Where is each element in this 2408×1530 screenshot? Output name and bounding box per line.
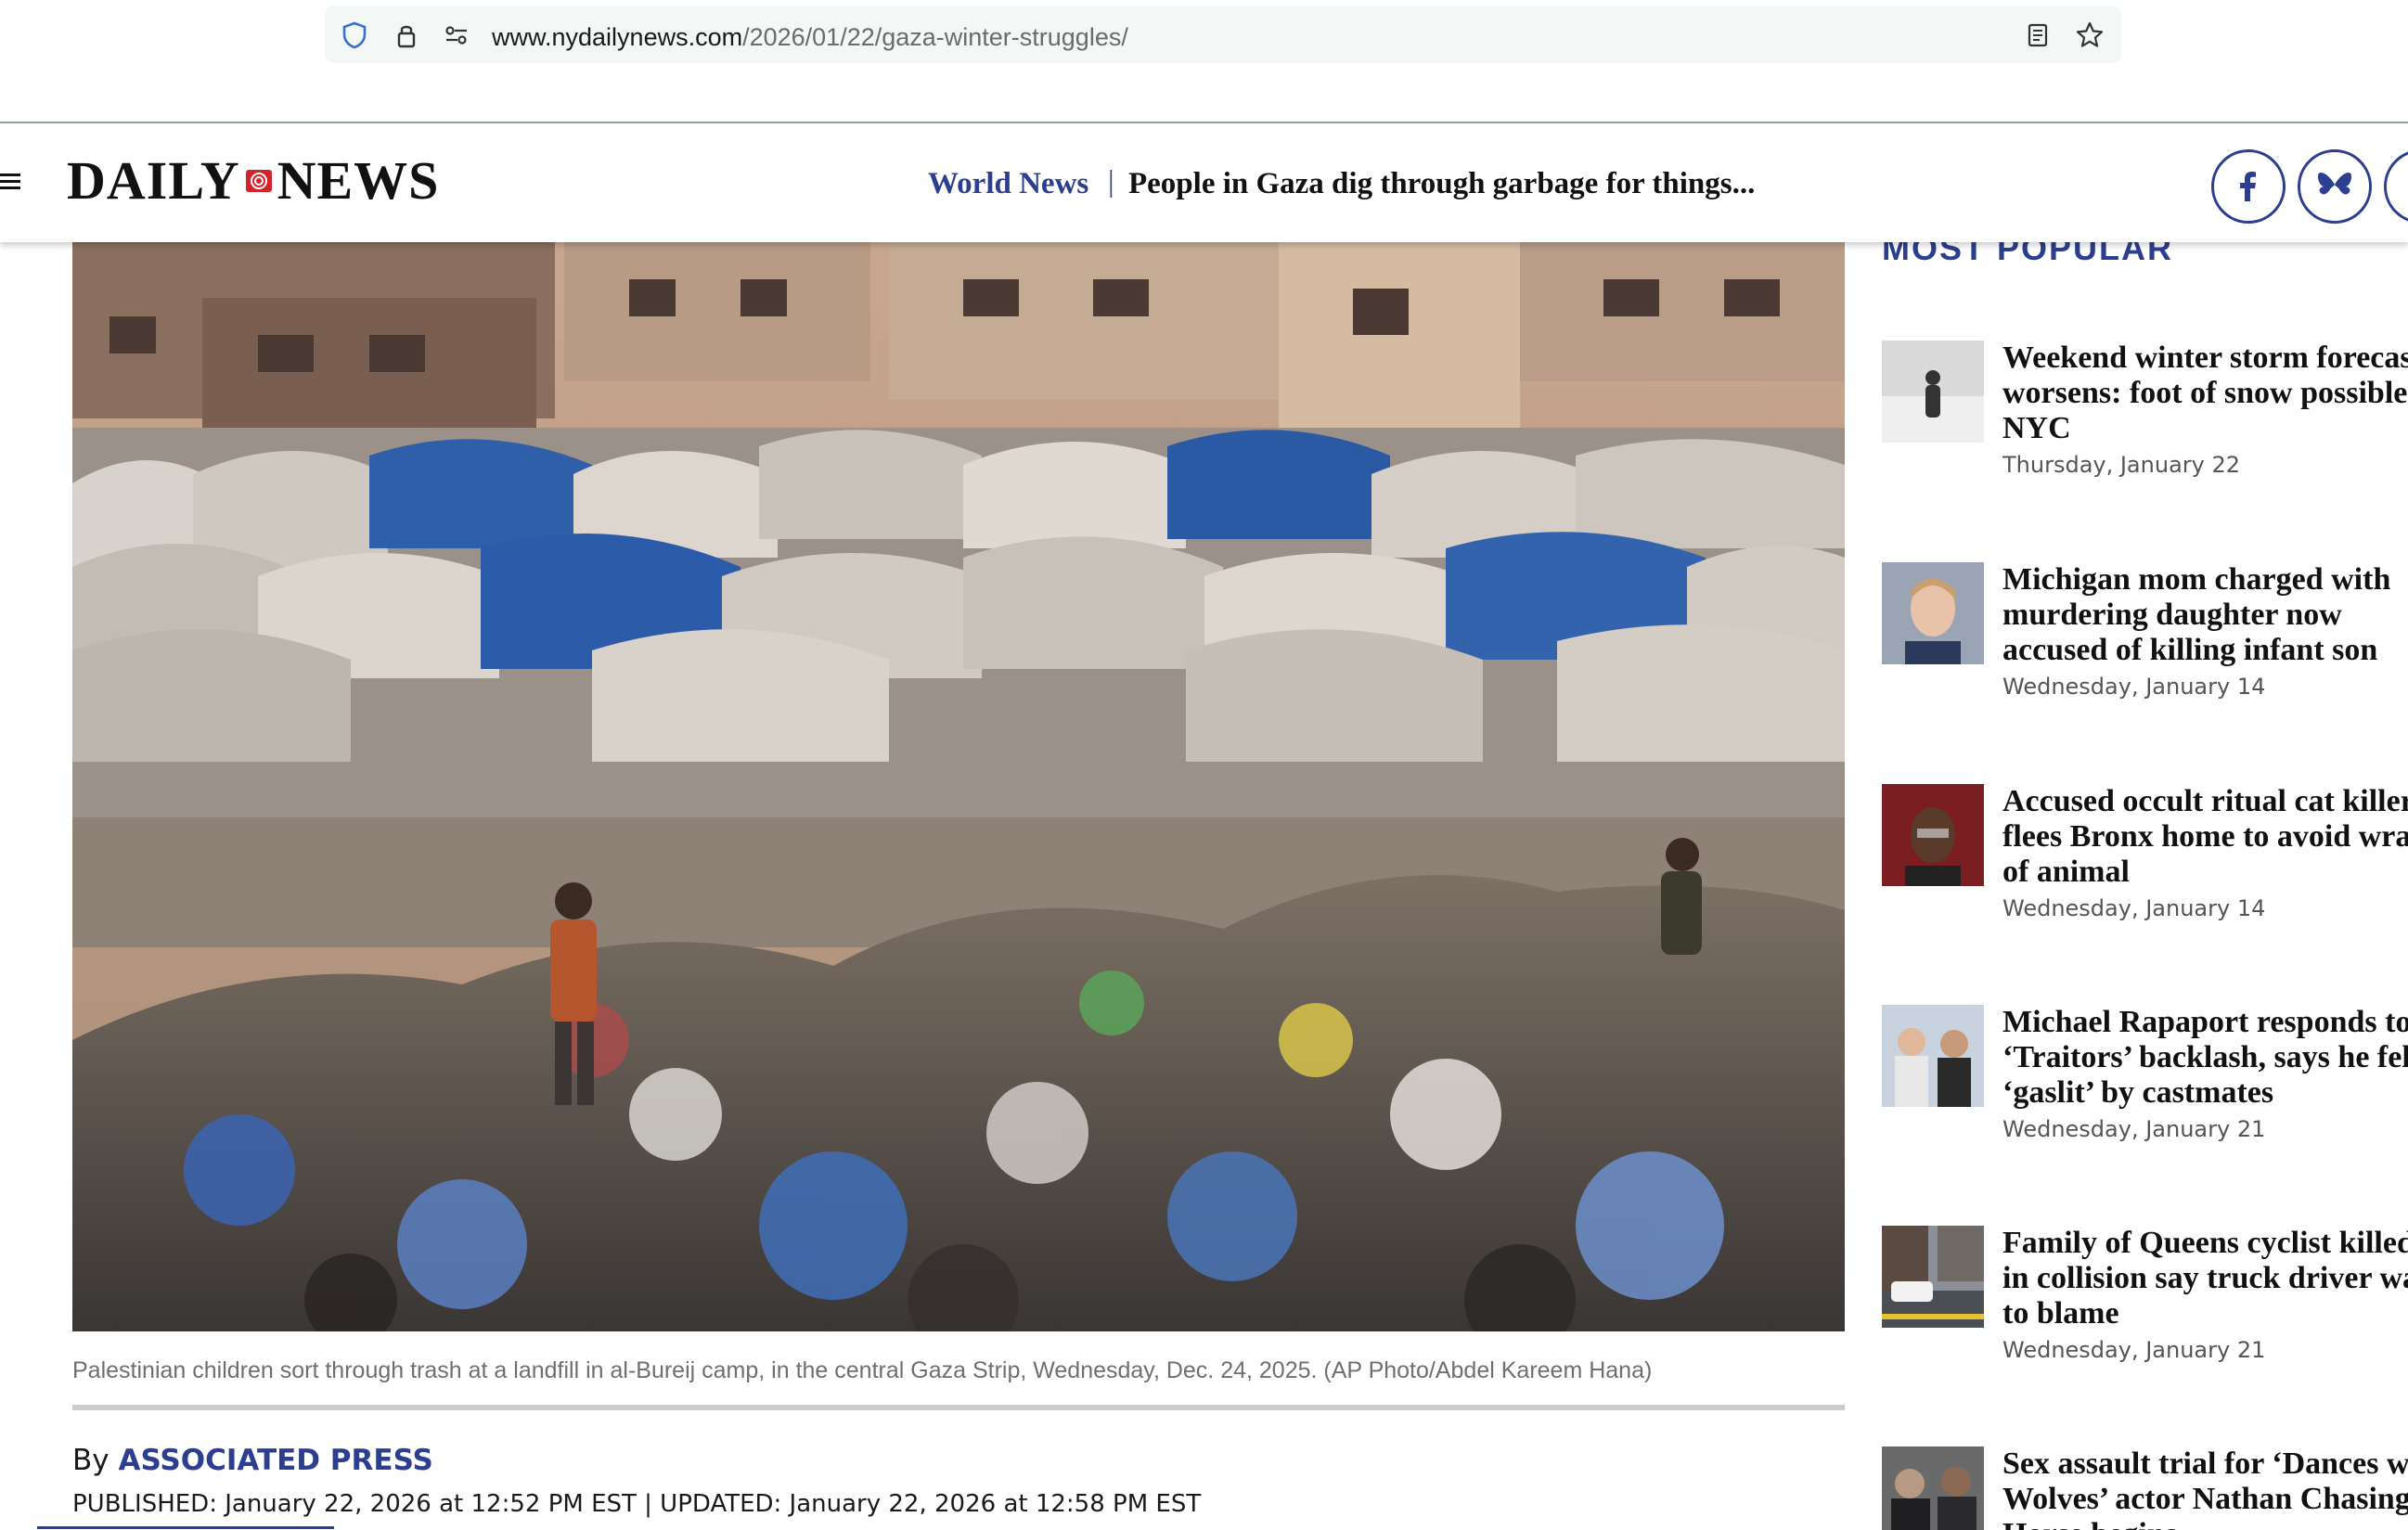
most-popular-sidebar: MOST POPULAR Weekend winter storm foreca… xyxy=(1882,242,2408,1530)
more-share-button[interactable] xyxy=(2384,149,2408,224)
hero-photo-illustration xyxy=(72,242,1845,1331)
most-popular-heading: MOST POPULAR xyxy=(1882,242,2174,267)
url-text[interactable]: www.nydailynews.com/2026/01/22/gaza-wint… xyxy=(492,23,1128,52)
story-thumbnail[interactable] xyxy=(1882,562,1984,664)
reader-view-icon[interactable] xyxy=(2023,20,2053,50)
url-path: /2026/01/22/gaza-winter-struggles/ xyxy=(742,23,1128,51)
two-men-thumbnail xyxy=(1882,1005,1984,1107)
logo-word-daily: DAILY xyxy=(67,150,240,211)
publish-dateline: PUBLISHED: January 22, 2026 at 12:52 PM … xyxy=(72,1490,1202,1518)
story-date: Wednesday, January 14 xyxy=(2002,674,2266,700)
story-title[interactable]: Accused occult ritual cat killer flees B… xyxy=(2002,784,2408,890)
story-date: Wednesday, January 14 xyxy=(2002,895,2266,921)
lock-icon[interactable] xyxy=(392,20,421,50)
story-thumbnail[interactable] xyxy=(1882,1446,1984,1530)
caption-divider xyxy=(72,1405,1845,1410)
story-date: Wednesday, January 21 xyxy=(2002,1337,2266,1363)
story-date: Wednesday, January 21 xyxy=(2002,1116,2266,1142)
street-scene-thumbnail xyxy=(1882,1226,1984,1328)
url-host: www.nydailynews.com xyxy=(492,23,743,51)
logo-word-news: NEWS xyxy=(277,150,440,211)
bluesky-icon xyxy=(2318,173,2351,195)
story-thumbnail[interactable] xyxy=(1882,1226,1984,1328)
story-date: Thursday, January 22 xyxy=(2002,452,2241,478)
section-underline xyxy=(37,1526,334,1529)
portrait-thumbnail xyxy=(1882,784,1984,886)
story-title[interactable]: Michael Rapaport responds to ‘Traitors’ … xyxy=(2002,1005,2408,1111)
story-title[interactable]: Sex assault trial for ‘Dances with Wolve… xyxy=(2002,1446,2408,1530)
hamburger-menu-icon[interactable] xyxy=(0,172,20,192)
address-bar[interactable]: www.nydailynews.com/2026/01/22/gaza-wint… xyxy=(325,6,2121,63)
permissions-icon[interactable] xyxy=(442,20,471,50)
mugshot-thumbnail xyxy=(1882,562,1984,664)
daily-news-logo[interactable]: DAILY NEWS xyxy=(67,149,439,212)
page-content: Palestinian children sort through trash … xyxy=(0,242,2408,1530)
bluesky-share-button[interactable] xyxy=(2298,149,2372,224)
browser-toolbar: www.nydailynews.com/2026/01/22/gaza-wint… xyxy=(0,0,2408,121)
photo-caption: Palestinian children sort through trash … xyxy=(72,1357,1653,1383)
snow-storm-thumbnail xyxy=(1882,341,1984,443)
byline-prefix: By xyxy=(72,1444,109,1477)
author-link[interactable]: ASSOCIATED PRESS xyxy=(118,1444,432,1477)
story-title[interactable]: Family of Queens cyclist killed in colli… xyxy=(2002,1226,2408,1331)
story-thumbnail[interactable] xyxy=(1882,341,1984,443)
courtroom-thumbnail xyxy=(1882,1446,1984,1530)
story-thumbnail[interactable] xyxy=(1882,1005,1984,1107)
story-thumbnail[interactable] xyxy=(1882,784,1984,886)
story-title[interactable]: Michigan mom charged with murdering daug… xyxy=(2002,562,2408,668)
byline: By ASSOCIATED PRESS xyxy=(72,1444,433,1477)
section-link-world-news[interactable]: World News xyxy=(928,167,1088,201)
header-separator: | xyxy=(1108,165,1114,199)
facebook-icon xyxy=(2240,172,2256,201)
logo-camera-icon xyxy=(245,169,272,192)
header-headline: People in Gaza dig through garbage for t… xyxy=(1128,167,1756,200)
site-header: DAILY NEWS World News | People in Gaza d… xyxy=(0,122,2408,242)
story-title[interactable]: Weekend winter storm forecast worsens: f… xyxy=(2002,341,2408,446)
facebook-share-button[interactable] xyxy=(2211,149,2286,224)
hero-photo[interactable] xyxy=(72,242,1845,1331)
shield-icon[interactable] xyxy=(340,20,369,50)
bookmark-star-icon[interactable] xyxy=(2075,20,2105,50)
